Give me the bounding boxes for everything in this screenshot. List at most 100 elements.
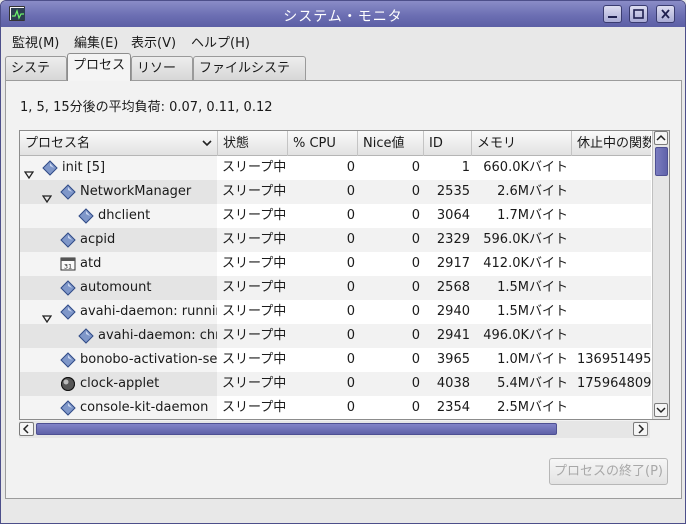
diamond-process-icon — [78, 328, 94, 344]
menu-bar: 監視(M) 編集(E) 表示(V) ヘルプ(H) — [1, 27, 685, 52]
vertical-scroll-thumb[interactable] — [655, 147, 668, 176]
menu-help[interactable]: ヘルプ(H) — [191, 32, 250, 51]
cpu-percent: 0 — [346, 400, 355, 415]
process-id: 4038 — [436, 376, 470, 391]
memory-usage: 496.0Kバイト — [483, 328, 568, 343]
column-label: プロセス名 — [25, 136, 91, 151]
column-header-status[interactable]: 状態 — [218, 131, 288, 156]
memory-usage: 412.0Kバイト — [483, 256, 568, 271]
scroll-down-arrow-icon[interactable] — [654, 403, 668, 417]
cpu-percent: 0 — [346, 328, 355, 343]
table-row[interactable]: bonobo-activation-ser スリープ中 0 0 3965 1.0Mバイト 1… — [20, 348, 651, 372]
process-status: スリープ中 — [222, 208, 287, 223]
process-id: 2329 — [436, 232, 470, 247]
process-id: 2917 — [436, 256, 470, 271]
waiting-channel — [577, 156, 651, 180]
diamond-process-icon — [60, 352, 76, 368]
expander-triangle-icon[interactable] — [41, 308, 53, 324]
waiting-channel — [577, 228, 651, 252]
table-row[interactable]: acpid スリープ中 0 0 2329 596.0Kバイト — [20, 228, 651, 252]
process-id: 1 — [461, 160, 470, 175]
maximize-icon[interactable] — [629, 5, 648, 23]
cpu-percent: 0 — [346, 256, 355, 271]
diamond-process-icon — [78, 208, 94, 224]
menu-edit[interactable]: 編集(E) — [74, 32, 118, 51]
process-name-cell: NetworkManager — [20, 180, 217, 204]
process-name-cell: init [5] — [20, 156, 217, 180]
horizontal-scrollbar[interactable] — [19, 421, 650, 438]
process-id: 2941 — [436, 328, 470, 343]
menu-monitor[interactable]: 監視(M) — [12, 32, 59, 51]
tab-resources[interactable]: リソース — [131, 56, 193, 99]
process-status: スリープ中 — [222, 376, 287, 391]
nice-value: 0 — [411, 328, 420, 343]
process-name: clock-applet — [80, 376, 160, 391]
tab-processes[interactable]: プロセス — [67, 53, 131, 81]
process-id: 2568 — [436, 280, 470, 295]
diamond-process-icon — [42, 160, 58, 176]
minimize-icon[interactable] — [603, 5, 622, 23]
process-id: 3965 — [436, 352, 470, 367]
table-row[interactable]: automount スリープ中 0 0 2568 1.5Mバイト — [20, 276, 651, 300]
table-row[interactable]: avahi-daemon: running スリープ中 0 0 2940 1.5Mバイト — [20, 300, 651, 324]
table-row[interactable]: NetworkManager スリープ中 0 0 2535 2.6Mバイト — [20, 180, 651, 204]
column-header-process-name[interactable]: プロセス名 — [20, 131, 218, 156]
process-name: atd — [80, 256, 102, 271]
process-name-cell: clock-applet — [20, 372, 217, 396]
process-name-cell: 31 atd — [20, 252, 217, 276]
process-name-cell: avahi-daemon: running — [20, 300, 217, 324]
expander-triangle-icon[interactable] — [41, 188, 53, 204]
process-status: スリープ中 — [222, 232, 287, 247]
nice-value: 0 — [411, 232, 420, 247]
menu-view[interactable]: 表示(V) — [131, 32, 176, 51]
table-row[interactable]: avahi-daemon: chro スリープ中 0 0 2941 496.0Kバイト — [20, 324, 651, 348]
memory-usage: 596.0Kバイト — [483, 232, 568, 247]
nice-value: 0 — [411, 352, 420, 367]
table-row[interactable]: clock-applet スリープ中 0 0 4038 5.4Mバイト 175964809 — [20, 372, 651, 396]
process-name-cell: avahi-daemon: chro — [20, 324, 217, 348]
table-row[interactable]: console-kit-daemon スリープ中 0 0 2354 2.5Mバイト — [20, 396, 651, 419]
waiting-channel: 136951495 — [577, 352, 651, 367]
process-name: NetworkManager — [80, 184, 192, 199]
horizontal-scroll-thumb[interactable] — [36, 423, 557, 435]
table-row[interactable]: 31 atd スリープ中 0 0 2917 412.0Kバイト — [20, 252, 651, 276]
column-header-nice[interactable]: Nice値 — [358, 131, 424, 156]
cpu-percent: 0 — [346, 352, 355, 367]
table-row[interactable]: dhclient スリープ中 0 0 3064 1.7Mバイト — [20, 204, 651, 228]
diamond-process-icon — [60, 184, 76, 200]
column-header-cpu[interactable]: % CPU — [288, 131, 358, 156]
waiting-channel — [577, 324, 651, 348]
diamond-process-icon — [60, 304, 76, 320]
process-id: 2535 — [436, 184, 470, 199]
process-status: スリープ中 — [222, 160, 287, 175]
table-rows: init [5] スリープ中 0 0 1 660.0Kバイト NetworkManager ス… — [20, 156, 651, 419]
column-header-id[interactable]: ID — [424, 131, 472, 156]
process-id: 2354 — [436, 400, 470, 415]
process-id: 2940 — [436, 304, 470, 319]
nice-value: 0 — [411, 400, 420, 415]
process-name: init [5] — [62, 160, 106, 175]
process-status: スリープ中 — [222, 328, 287, 343]
expander-triangle-icon[interactable] — [23, 164, 35, 180]
vertical-scrollbar[interactable] — [652, 131, 669, 419]
cpu-percent: 0 — [346, 280, 355, 295]
tab-system[interactable]: システム — [5, 56, 67, 99]
table-header: プロセス名 状態 % CPU Nice値 ID メモリ 休止中の関数 — [20, 131, 651, 156]
nice-value: 0 — [411, 304, 420, 319]
table-row[interactable]: init [5] スリープ中 0 0 1 660.0Kバイト — [20, 156, 651, 180]
tab-file-systems[interactable]: ファイルシステム — [193, 56, 306, 99]
title-bar[interactable]: システム・モニタ — [1, 1, 685, 27]
column-header-memory[interactable]: メモリ — [472, 131, 572, 156]
process-name-cell: acpid — [20, 228, 217, 252]
scroll-up-arrow-icon[interactable] — [654, 131, 668, 145]
close-icon[interactable] — [656, 5, 675, 23]
end-process-button[interactable]: プロセスの終了(P) — [549, 458, 668, 485]
scroll-right-arrow-icon[interactable] — [633, 422, 648, 436]
processes-panel: 1, 5, 15分後の平均負荷: 0.07, 0.11, 0.12 プロセス名 … — [5, 80, 682, 499]
system-monitor-window: システム・モニタ 監視(M) 編集(E) 表示(V) ヘルプ(H) システム プ… — [0, 0, 686, 524]
scroll-left-arrow-icon[interactable] — [19, 422, 34, 436]
tab-bar: システム プロセス リソース ファイルシステム — [5, 53, 685, 99]
process-name: dhclient — [98, 208, 151, 223]
column-header-waiting-channel[interactable]: 休止中の関数 — [572, 131, 651, 156]
process-name-cell: dhclient — [20, 204, 217, 228]
